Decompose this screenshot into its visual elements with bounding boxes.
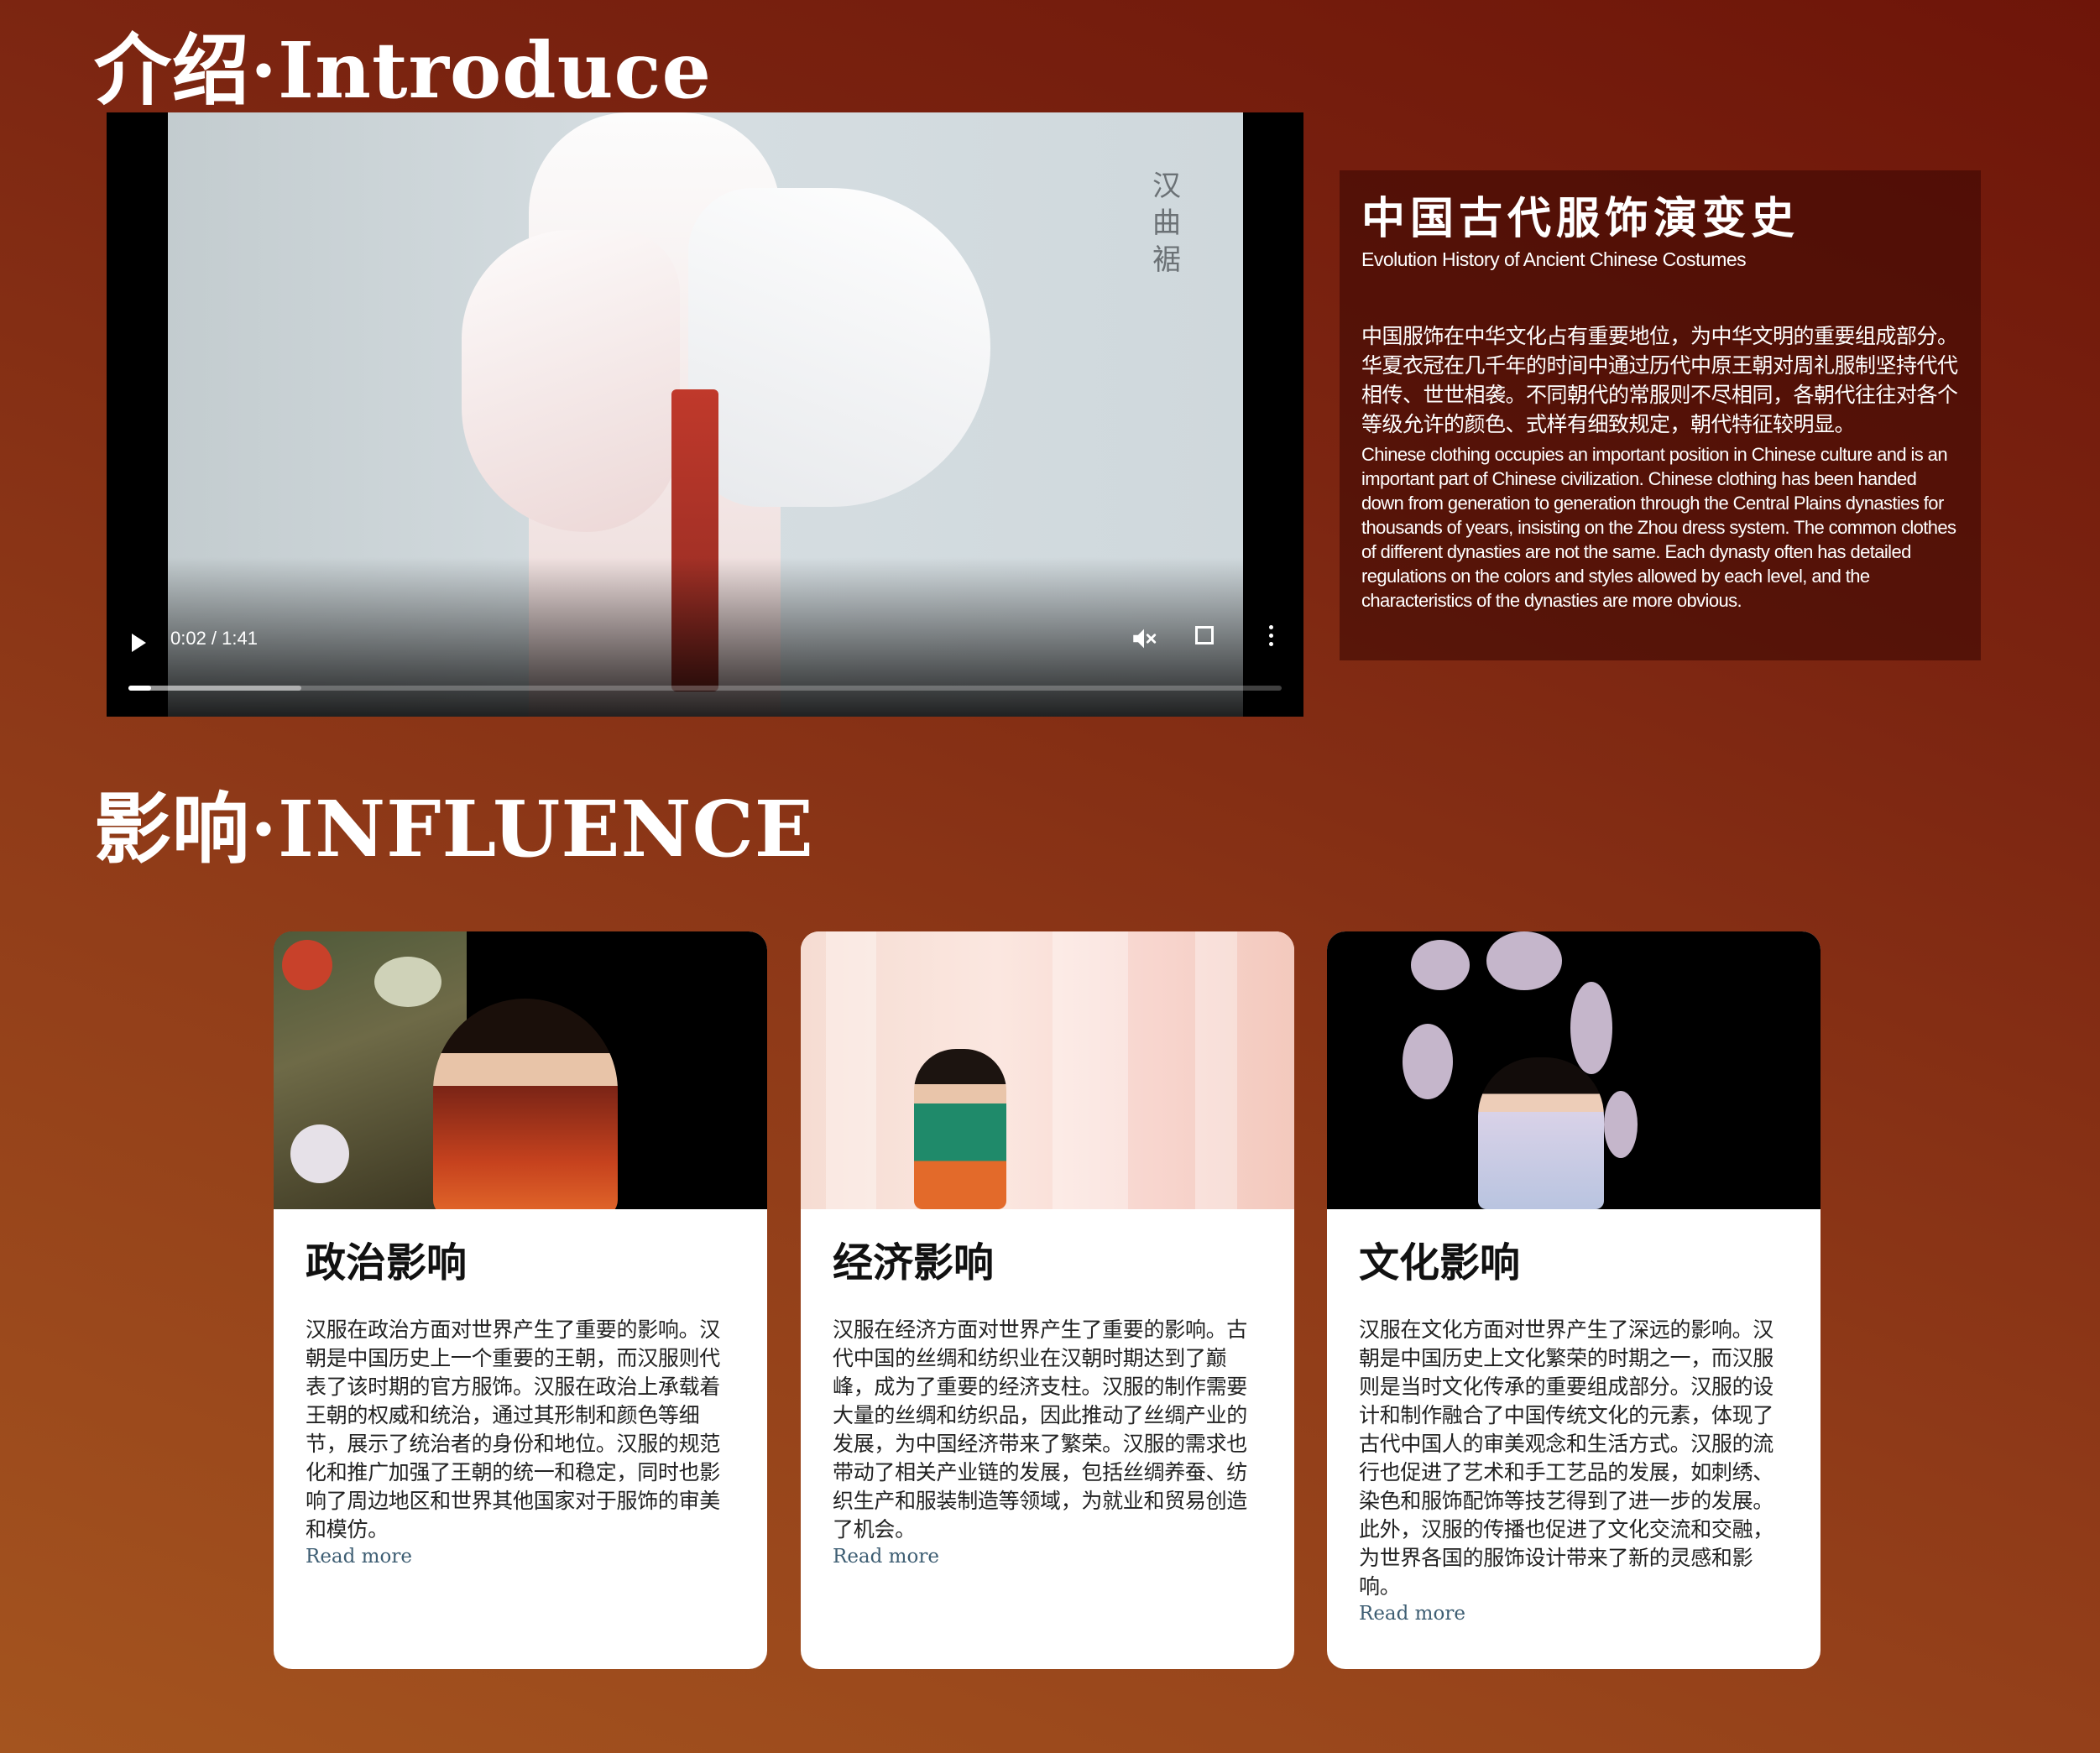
- play-icon[interactable]: [132, 634, 146, 652]
- read-more-link[interactable]: Read more: [1359, 1603, 1465, 1625]
- white-flower: [290, 1124, 349, 1183]
- video-time-display: 0:02 / 1:41: [170, 628, 258, 649]
- volume-muted-icon[interactable]: [1130, 624, 1158, 653]
- pale-flower: [374, 957, 441, 1007]
- card-title: 文化影响: [1359, 1239, 1521, 1286]
- video-buffer-bar: [128, 686, 302, 691]
- card-text: 汉服在经济方面对世界产生了重要的影响。古代中国的丝绸和纺织业在汉朝时期达到了巅峰…: [833, 1317, 1248, 1542]
- silk-drape: [1053, 931, 1128, 1209]
- blossom: [1604, 1091, 1638, 1158]
- card-cultural: 文化影响 汉服在文化方面对世界产生了深远的影响。汉朝是中国历史上文化繁荣的时期之…: [1327, 931, 1821, 1669]
- robe-sleeve-left: [462, 230, 680, 532]
- robe-sleeve-right: [688, 188, 990, 507]
- card-image-cultural: [1327, 931, 1821, 1209]
- blossom: [1570, 982, 1612, 1074]
- read-more-link[interactable]: Read more: [306, 1546, 412, 1568]
- blossom: [1403, 1024, 1453, 1099]
- intro-title-cn: 中国古代服饰演变史: [1361, 194, 1800, 244]
- intro-paragraph-en: Chinese clothing occupies an important p…: [1361, 444, 1956, 612]
- video-progress-bar[interactable]: [128, 686, 1282, 691]
- silk-drape: [1195, 931, 1237, 1209]
- influence-heading: 影响·INFLUENCE: [94, 784, 814, 874]
- musician-figure: [433, 999, 618, 1209]
- video-player[interactable]: 汉曲裾 0:02 / 1:41: [107, 112, 1303, 717]
- intro-text-box: 中国古代服饰演变史 Evolution History of Ancient C…: [1340, 170, 1981, 660]
- card-text: 汉服在政治方面对世界产生了重要的影响。汉朝是中国历史上一个重要的王朝，而汉服则代…: [306, 1317, 721, 1542]
- card-title: 政治影响: [306, 1239, 468, 1286]
- controls-gradient: [107, 557, 1303, 717]
- video-progress-fill: [128, 686, 152, 691]
- red-flower: [282, 940, 332, 990]
- blossom: [1411, 940, 1470, 990]
- blossom: [1486, 931, 1562, 990]
- intro-heading: 介绍·Introduce: [94, 25, 713, 116]
- silk-drape: [826, 931, 876, 1209]
- video-overlay-caption: 汉曲裾: [1152, 170, 1181, 277]
- more-vertical-icon[interactable]: [1267, 625, 1274, 650]
- fullscreen-icon[interactable]: [1195, 626, 1214, 644]
- dancer-figure: [914, 1049, 1006, 1209]
- intro-paragraph-cn: 中国服饰在中华文化占有重要地位，为中华文明的重要组成部分。华夏衣冠在几千年的时间…: [1361, 324, 1958, 437]
- card-image-political: [274, 931, 767, 1209]
- intro-title-en: Evolution History of Ancient Chinese Cos…: [1361, 248, 1747, 271]
- card-economic: 经济影响 汉服在经济方面对世界产生了重要的影响。古代中国的丝绸和纺织业在汉朝时期…: [801, 931, 1294, 1669]
- read-more-link[interactable]: Read more: [833, 1546, 939, 1568]
- lady-figure: [1478, 1057, 1604, 1209]
- card-text: 汉服在文化方面对世界产生了深远的影响。汉朝是中国历史上文化繁荣的时期之一，而汉服…: [1359, 1317, 1774, 1599]
- card-title: 经济影响: [833, 1239, 995, 1286]
- card-image-economic: [801, 931, 1294, 1209]
- card-political: 政治影响 汉服在政治方面对世界产生了重要的影响。汉朝是中国历史上一个重要的王朝，…: [274, 931, 767, 1669]
